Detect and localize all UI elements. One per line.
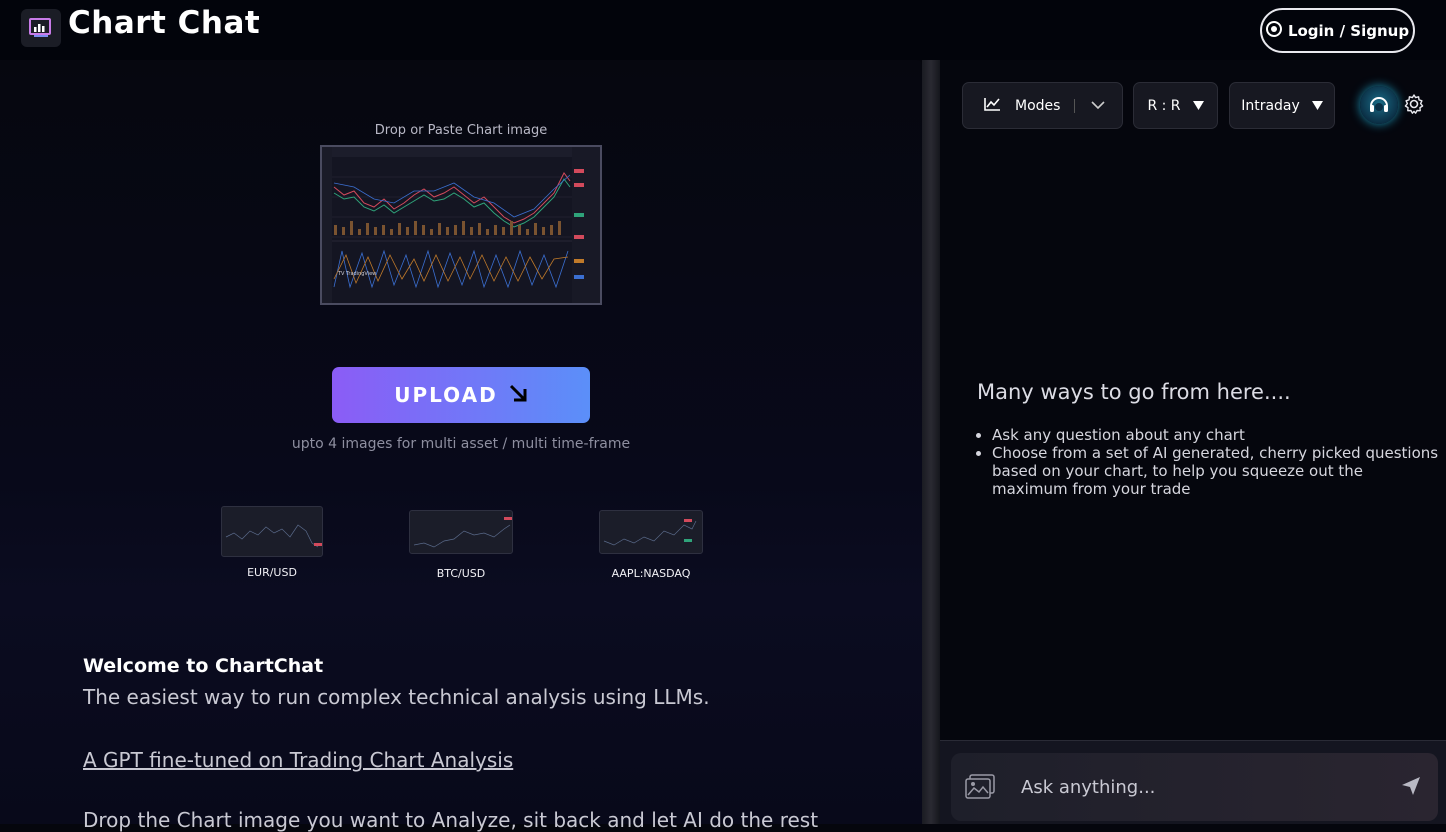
logo-icon[interactable] (21, 9, 61, 47)
chat-intro-heading: Many ways to go from here.... (977, 380, 1291, 404)
list-item: Choose from a set of AI generated, cherr… (992, 444, 1442, 498)
caret-down-icon (1192, 98, 1204, 114)
risk-reward-dropdown[interactable]: R : R (1133, 82, 1218, 129)
sample-chart-aapl[interactable]: AAPL:NASDAQ (599, 506, 703, 580)
arrow-down-right-icon (508, 383, 528, 408)
caret-down-icon (1311, 98, 1323, 114)
drop-instructions: Drop the Chart image you want to Analyze… (83, 808, 819, 832)
drop-zone-chart-preview[interactable]: TV TradingView (320, 145, 602, 305)
top-bar: Chart Chat Login / Signup (0, 0, 1446, 60)
chat-intro-list: Ask any question about any chart Choose … (992, 426, 1442, 498)
timeframe-dropdown[interactable]: Intraday (1229, 82, 1335, 129)
login-signup-button[interactable]: Login / Signup (1260, 8, 1415, 53)
sample-chart-label: BTC/USD (436, 567, 486, 580)
upload-button[interactable]: UPLOAD (332, 367, 590, 423)
sample-chart-label: EUR/USD (247, 566, 297, 579)
chat-panel: Modes R : R Intraday Many ways to go fro… (940, 60, 1446, 824)
upload-button-label: UPLOAD (394, 383, 498, 407)
gpt-link[interactable]: A GPT fine-tuned on Trading Chart Analys… (83, 748, 513, 772)
chart-line-icon (984, 97, 1001, 115)
chat-input[interactable] (1021, 767, 1381, 807)
timeframe-label: Intraday (1241, 97, 1300, 114)
chevron-down-icon (1091, 98, 1106, 114)
welcome-text: The easiest way to run complex technical… (83, 685, 710, 709)
list-item: Ask any question about any chart (992, 426, 1442, 444)
sample-chart-label: AAPL:NASDAQ (611, 567, 691, 580)
app-title: Chart Chat (68, 5, 261, 41)
sample-chart-thumbnail[interactable] (409, 510, 513, 554)
sample-chart-eurusd[interactable]: EUR/USD (221, 506, 323, 579)
separator (1074, 98, 1076, 113)
gear-icon[interactable] (1403, 93, 1425, 119)
image-upload-icon[interactable] (965, 773, 997, 805)
support-headset-icon[interactable] (1360, 86, 1398, 124)
chat-input-bar (940, 740, 1446, 824)
svg-text:TV TradingView: TV TradingView (337, 271, 376, 277)
send-icon[interactable] (1401, 776, 1421, 800)
modes-label: Modes (1015, 97, 1061, 114)
panel-divider[interactable] (922, 60, 940, 824)
upload-note: upto 4 images for multi asset / multi ti… (291, 436, 631, 452)
drop-label: Drop or Paste Chart image (374, 123, 548, 138)
modes-dropdown[interactable]: Modes (962, 82, 1123, 129)
google-icon (1265, 20, 1282, 41)
upload-panel: Drop or Paste Chart image TV TradingView… (0, 60, 922, 832)
sample-chart-btcusd[interactable]: BTC/USD (409, 506, 513, 580)
welcome-title: Welcome to ChartChat (83, 655, 324, 677)
login-signup-label: Login / Signup (1287, 21, 1410, 40)
chat-input-container (951, 753, 1438, 821)
sample-chart-thumbnail[interactable] (599, 510, 703, 554)
risk-reward-label: R : R (1147, 97, 1181, 114)
sample-chart-thumbnail[interactable] (221, 506, 323, 557)
